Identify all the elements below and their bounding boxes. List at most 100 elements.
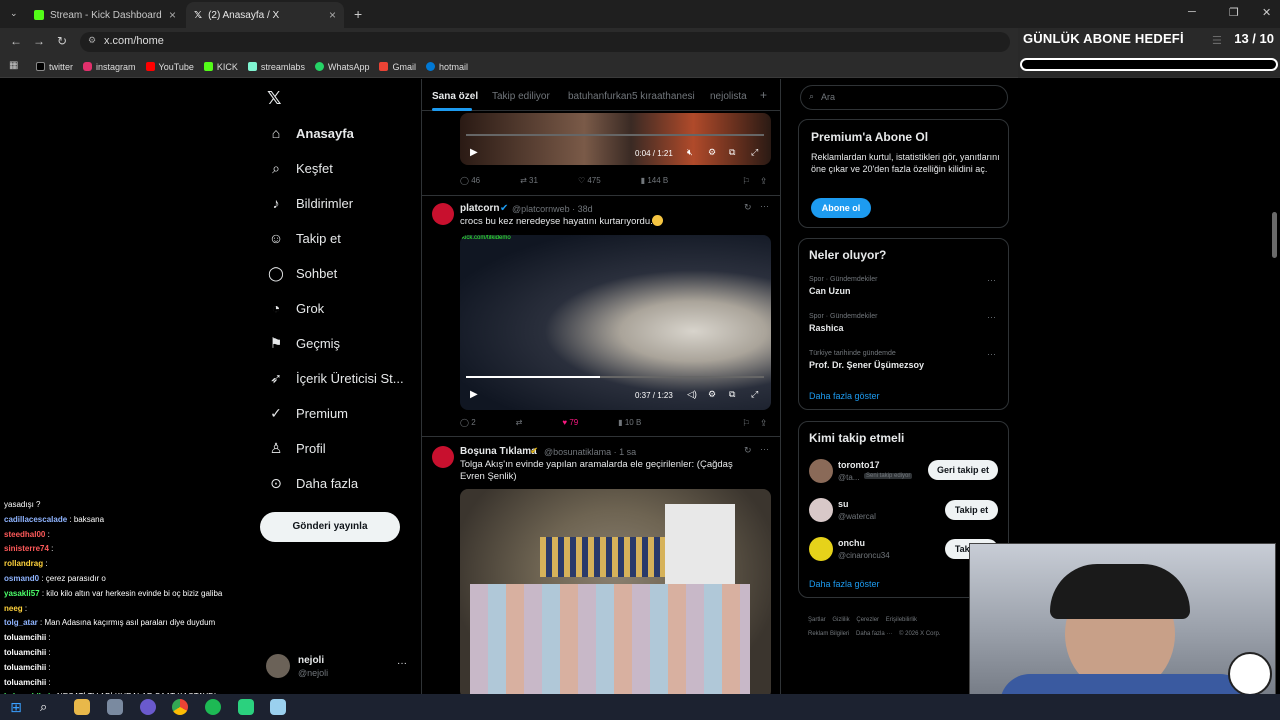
footer-link[interactable]: Erişilebilirlik (886, 617, 917, 623)
chat-username[interactable]: neeg (4, 604, 23, 613)
spotify-icon[interactable] (205, 699, 221, 715)
fullscreen-icon[interactable]: ⤢ (751, 389, 758, 400)
apps-icon[interactable]: ▦ (9, 60, 18, 71)
share-icon[interactable]: ⇪ (760, 418, 768, 429)
browser-tab-x[interactable]: 𝕏 (2) Anasayfa / X × (186, 2, 344, 28)
nav-profile[interactable]: ♙ Profil (268, 440, 326, 456)
close-tab-icon[interactable]: × (169, 8, 176, 22)
follow-back-button[interactable]: Geri takip et (928, 460, 998, 480)
footer-link[interactable]: Gizlilik (832, 617, 849, 623)
nav-creator-studio[interactable]: ➶ İçerik Üreticisi St... (268, 370, 404, 386)
follow-button[interactable]: Takip et (945, 500, 998, 520)
volume-icon[interactable]: ◁) (687, 389, 697, 400)
trend-item[interactable]: Spor · Gündemdekiler Rashica (809, 313, 877, 333)
footer-link[interactable]: Reklam Bilgileri (808, 631, 849, 637)
back-icon[interactable]: ← (10, 34, 22, 48)
reply-count[interactable]: ◯ 2 (460, 418, 476, 427)
nav-explore[interactable]: ⌕ Keşfet (268, 160, 333, 176)
bookmark-whatsapp[interactable]: WhatsApp (314, 62, 369, 72)
post-button[interactable]: Gönderi yayınla (260, 512, 400, 542)
bookmark-hotmail[interactable]: hotmail (425, 62, 468, 72)
app-icon[interactable] (140, 699, 156, 715)
more-icon[interactable]: ··· (760, 444, 769, 454)
search-input[interactable]: ⌕ Ara (800, 85, 1008, 110)
tweet-author[interactable]: Boşuna Tıklama (460, 446, 537, 457)
new-tab-icon[interactable]: + (354, 6, 362, 22)
avatar[interactable] (809, 459, 833, 483)
app-icon[interactable] (107, 699, 123, 715)
chat-username[interactable]: tolg_atar (4, 618, 38, 627)
bookmark-gmail[interactable]: Gmail (379, 62, 416, 72)
bookmark-instagram[interactable]: instagram (83, 62, 136, 72)
more-icon[interactable]: ··· (987, 275, 996, 285)
forward-icon[interactable]: → (33, 34, 45, 48)
trend-item[interactable]: Türkiye tarihinde gündemde Prof. Dr. Şen… (809, 350, 924, 370)
more-icon[interactable]: ··· (760, 201, 769, 211)
footer-link[interactable]: Şartlar (808, 617, 826, 623)
browser-tab-kick[interactable]: Stream - Kick Dashboard × (26, 2, 184, 28)
chat-username[interactable]: toluamcihii (4, 633, 46, 642)
chat-username[interactable]: steedhal00 (4, 530, 45, 539)
bookmark-twitter[interactable]: twitter (36, 62, 73, 72)
avatar[interactable] (432, 446, 454, 468)
tweet-handle[interactable]: @platcornweb · 38d (512, 204, 593, 214)
reply-count[interactable]: ◯ 46 (460, 176, 480, 185)
nav-home[interactable]: ⌂ Anasayfa (268, 125, 354, 141)
more-icon[interactable]: ··· (987, 349, 996, 359)
site-info-icon[interactable]: ⚙ (88, 35, 96, 46)
repost-count[interactable]: ⇄ 31 (520, 176, 538, 185)
chat-username[interactable]: sinisterre74 (4, 544, 49, 553)
suggested-name[interactable]: onchu (838, 538, 865, 548)
bookmark-youtube[interactable]: YouTube (145, 62, 194, 72)
view-count[interactable]: ▮ 144 B (641, 176, 669, 185)
nav-grok[interactable]: ◔ Grok (268, 300, 324, 316)
like-count[interactable]: ♥ 79 (562, 418, 578, 427)
repost-count[interactable]: ⇄ (516, 418, 523, 427)
chat-username[interactable]: osmand0 (4, 574, 39, 583)
address-bar[interactable]: ⚙ x.com/home (80, 32, 1010, 52)
reload-icon[interactable]: ↻ (57, 34, 67, 48)
tweet-author[interactable]: platcorn (460, 203, 499, 214)
minimize-icon[interactable]: ─ (1188, 6, 1196, 18)
view-count[interactable]: ▮ 10 B (618, 418, 641, 427)
chrome-icon[interactable] (172, 699, 188, 715)
bookmark-streamlabs[interactable]: streamlabs (247, 62, 305, 72)
tweet-handle[interactable]: @bosunatiklama · 1 sa (544, 447, 636, 457)
search-icon[interactable]: ⌕ (40, 699, 56, 715)
avatar[interactable] (266, 654, 290, 678)
nav-history[interactable]: ⚑ Geçmiş (268, 335, 340, 351)
x-logo-icon[interactable]: 𝕏 (267, 88, 282, 109)
account-menu-icon[interactable]: ··· (397, 658, 407, 669)
bookmark-icon[interactable]: ⚐ (742, 176, 750, 187)
close-tab-icon[interactable]: × (329, 8, 336, 22)
subscribe-button[interactable]: Abone ol (811, 198, 871, 218)
grok-icon[interactable]: ↻ (744, 445, 752, 456)
like-count[interactable]: ♡ 475 (578, 176, 601, 185)
footer-link[interactable]: Daha fazla ··· (856, 631, 892, 637)
nav-chat[interactable]: ◯ Sohbet (268, 265, 337, 281)
maximize-icon[interactable]: ❐ (1229, 6, 1239, 19)
nav-notifications[interactable]: ♪ Bildirimler (268, 195, 354, 211)
share-icon[interactable]: ⇪ (760, 176, 768, 187)
chat-username[interactable]: toluamcihii (4, 648, 46, 657)
show-more-link[interactable]: Daha fazla göster (809, 579, 880, 589)
scrollbar-thumb[interactable] (1272, 212, 1277, 258)
settings-icon[interactable]: ⚙ (708, 389, 716, 400)
file-explorer-icon[interactable] (74, 699, 90, 715)
chat-username[interactable]: rollandrag (4, 559, 43, 568)
chat-username[interactable]: toluamcihii (4, 678, 46, 687)
chat-username[interactable]: yasakli57 (4, 589, 40, 598)
windows-start-icon[interactable]: ⊞ (8, 699, 24, 715)
show-more-link[interactable]: Daha fazla göster (809, 391, 880, 401)
nav-more[interactable]: ⊙ Daha fazla (268, 475, 358, 491)
app-icon[interactable] (238, 699, 254, 715)
app-icon[interactable] (270, 699, 286, 715)
grok-icon[interactable]: ↻ (744, 202, 752, 213)
pip-icon[interactable]: ⧉ (729, 389, 735, 400)
chat-username[interactable]: cadillacescalade (4, 515, 67, 524)
tweet-image[interactable] (460, 489, 771, 694)
play-icon[interactable]: ▶ (470, 389, 478, 400)
chat-username[interactable]: toluamcihii (4, 663, 46, 672)
suggested-name[interactable]: su (838, 499, 849, 509)
avatar[interactable] (432, 203, 454, 225)
